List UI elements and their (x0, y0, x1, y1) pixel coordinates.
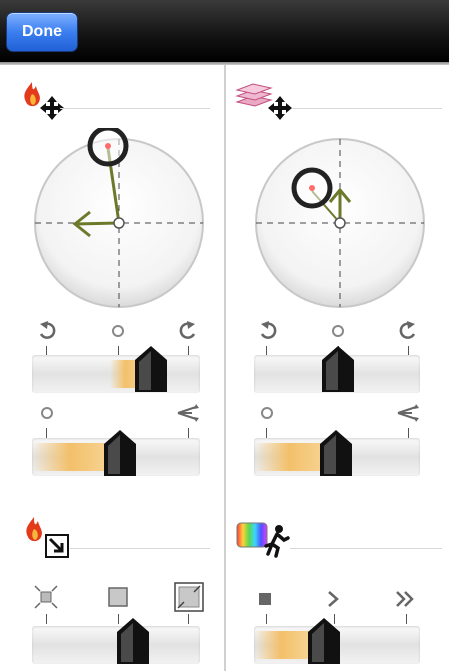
zero-icon (41, 407, 53, 419)
center-zero-icon (332, 325, 344, 337)
square-icon (108, 587, 128, 607)
fast-forward-icon (396, 591, 414, 607)
tick-mark (266, 614, 267, 624)
tick-mark (406, 614, 407, 624)
stop-icon (259, 593, 271, 605)
move-icon[interactable] (266, 94, 294, 122)
rotate-left-icon (260, 321, 277, 339)
runner-icon (264, 525, 290, 558)
tick-mark (266, 428, 267, 438)
header-line (290, 548, 442, 549)
play-icon (328, 591, 339, 607)
shrink-icon (34, 585, 58, 609)
tick-mark (188, 428, 189, 438)
header-line (292, 108, 442, 109)
rotation-slider-thumb[interactable] (133, 344, 169, 394)
direction-dial[interactable] (252, 128, 432, 312)
done-button[interactable]: Done (6, 12, 78, 52)
rotate-left-icon (39, 321, 56, 339)
spread-slider-thumb[interactable] (318, 428, 354, 478)
speed-slider-fill (254, 631, 314, 659)
size-slider-thumb[interactable] (115, 616, 151, 666)
spread-slider-thumb[interactable] (102, 428, 138, 478)
direction-dial[interactable] (30, 128, 210, 312)
tick-mark (46, 428, 47, 438)
speed-slider-thumb[interactable] (306, 616, 342, 666)
flame-icon (26, 517, 42, 542)
header-line (70, 548, 210, 549)
scatter-icon (177, 404, 199, 422)
rotate-right-icon (399, 321, 416, 339)
rotation-slider-track[interactable] (32, 355, 200, 393)
zero-icon (261, 407, 273, 419)
tick-mark (408, 428, 409, 438)
rotation-slider-thumb[interactable] (320, 344, 356, 394)
panel-divider (224, 65, 226, 671)
tick-mark (188, 614, 189, 624)
center-zero-icon (112, 325, 124, 337)
scatter-icon (397, 404, 419, 422)
resize-icon[interactable] (44, 533, 70, 559)
expand-icon (174, 582, 204, 612)
header-line (60, 108, 210, 109)
rotate-right-icon (179, 321, 196, 339)
tick-mark (46, 614, 47, 624)
